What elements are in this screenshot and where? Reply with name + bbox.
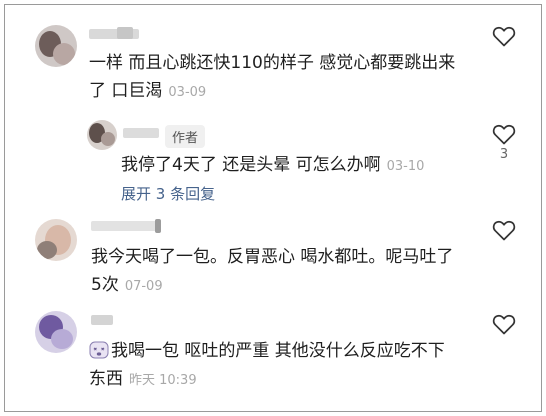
heart-outline-icon[interactable] xyxy=(492,313,516,335)
comment-text-line: 一样 而且心跳还快110的样子 感觉心都要跳出来 xyxy=(89,53,456,73)
comment-text: 我喝一包 呕吐的严重 其他没什么反应吃不下 东西 昨天 10:39 xyxy=(89,337,489,395)
expand-replies-button[interactable]: 展开 3 条回复 xyxy=(121,183,215,204)
reply-text-line: 我停了4天了 还是头晕 可怎么办啊 xyxy=(121,155,381,175)
reply-text: 我停了4天了 还是头晕 可怎么办啊 03-10 xyxy=(121,151,481,181)
comment-time: 07-09 xyxy=(124,279,163,294)
author-badge: 作者 xyxy=(165,125,206,148)
dizzy-face-emoji-icon xyxy=(89,340,109,359)
comment-text-line: 了 口巨渴 xyxy=(89,81,163,101)
comment-list: 一样 而且心跳还快110的样子 感觉心都要跳出来 了 口巨渴 03-09 作者 我… xyxy=(4,4,542,412)
avatar[interactable] xyxy=(35,25,77,67)
like-count: 3 xyxy=(499,147,509,162)
username xyxy=(117,27,133,39)
username[interactable] xyxy=(91,315,113,325)
comment-text-line: 我今天喝了一包。反胃恶心 喝水都吐。呢马吐了 xyxy=(91,247,454,267)
heart-outline-icon[interactable] xyxy=(492,123,516,145)
avatar[interactable] xyxy=(35,219,77,261)
comment-text: 一样 而且心跳还快110的样子 感觉心都要跳出来 了 口巨渴 03-09 xyxy=(89,49,489,107)
comment-time: 03-09 xyxy=(168,85,207,100)
comment-text-line: 东西 xyxy=(89,369,123,389)
avatar[interactable] xyxy=(87,120,117,150)
reply-time: 03-10 xyxy=(386,159,425,174)
heart-outline-icon[interactable] xyxy=(492,219,516,241)
avatar[interactable] xyxy=(35,311,77,353)
comment-text-line: 5次 xyxy=(91,275,119,295)
comment-text: 我今天喝了一包。反胃恶心 喝水都吐。呢马吐了 5次 07-09 xyxy=(91,243,491,301)
heart-outline-icon[interactable] xyxy=(492,25,516,47)
username xyxy=(155,219,161,233)
username[interactable] xyxy=(91,221,157,231)
username[interactable] xyxy=(123,128,159,138)
comment-text-line: 我喝一包 呕吐的严重 其他没什么反应吃不下 xyxy=(111,341,445,361)
comment-time: 昨天 10:39 xyxy=(129,373,197,388)
